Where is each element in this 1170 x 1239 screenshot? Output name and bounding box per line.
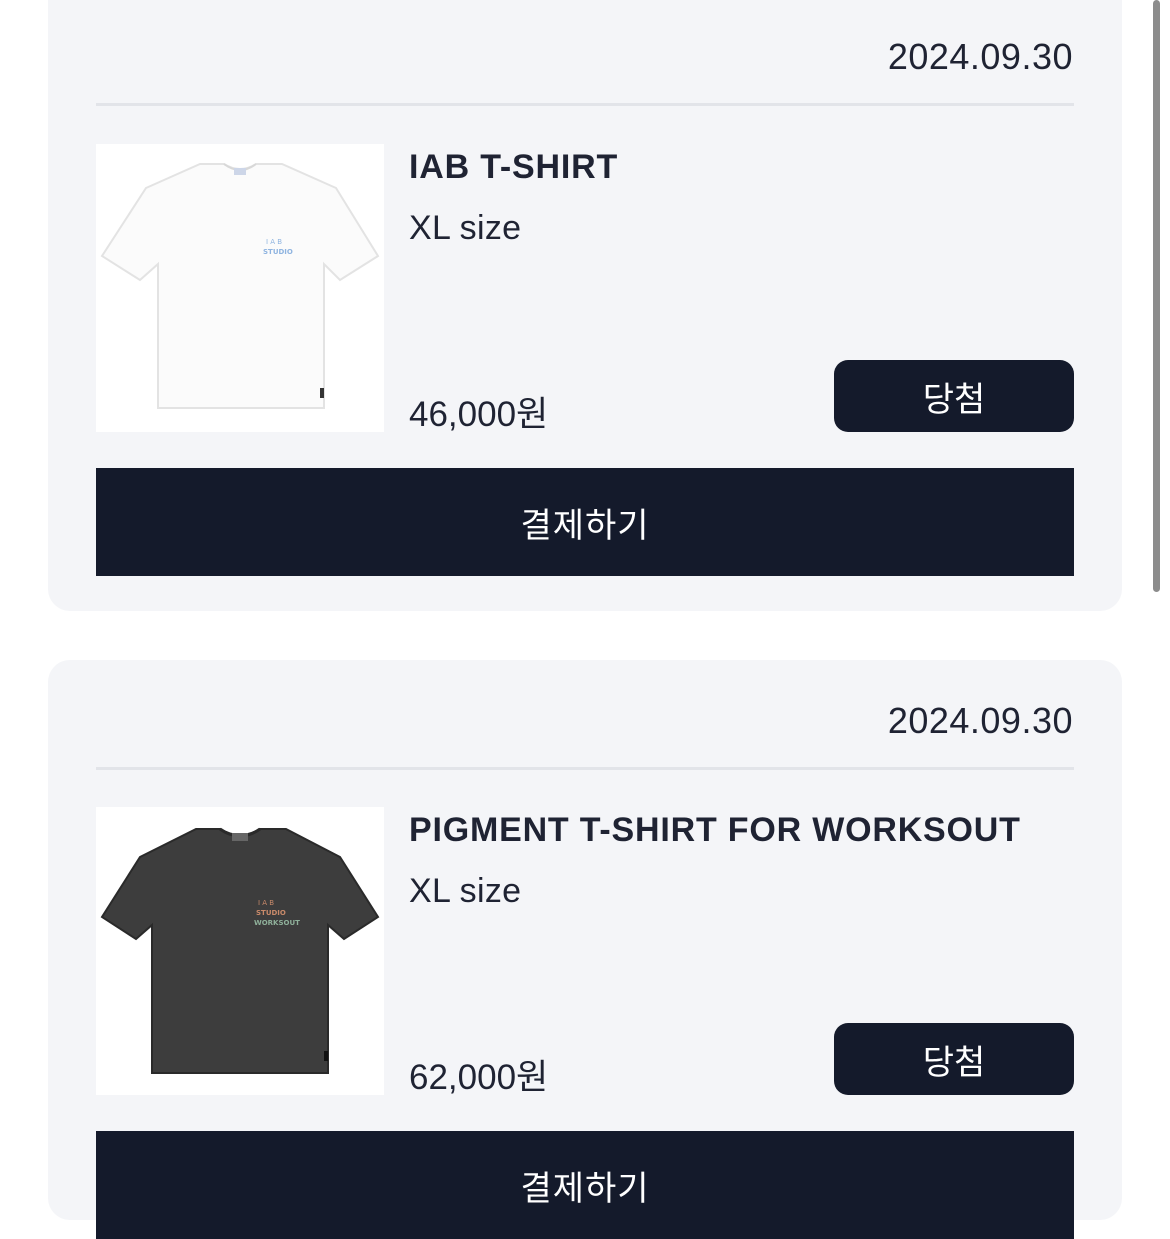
product-price: 62,000원 xyxy=(409,1058,549,1097)
white-tshirt-icon: I A B STUDIO xyxy=(100,163,380,409)
product-image[interactable]: I A B STUDIO WORKSOUT xyxy=(96,807,384,1095)
pay-button[interactable]: 결제하기 xyxy=(96,1131,1074,1239)
scrollbar[interactable] xyxy=(1153,0,1160,592)
print-bottom: WORKSOUT xyxy=(254,919,300,927)
product-size: XL size xyxy=(409,872,522,910)
order-date: 2024.09.30 xyxy=(887,700,1073,741)
product-size: XL size xyxy=(409,209,522,247)
product-name[interactable]: IAB T-SHIRT xyxy=(409,148,618,187)
status-badge-won[interactable]: 당첨 xyxy=(834,1023,1074,1095)
order-date: 2024.09.30 xyxy=(887,36,1073,77)
print-top: I A B xyxy=(258,899,274,907)
charcoal-tshirt-icon: I A B STUDIO WORKSOUT xyxy=(100,827,380,1074)
divider xyxy=(96,103,1074,106)
pay-button[interactable]: 결제하기 xyxy=(96,468,1074,576)
order-card: 2024.09.30 I A B STUDIO IAB T-SHIRT XL s… xyxy=(48,0,1122,611)
print-top: I A B xyxy=(266,238,282,246)
print-bottom: STUDIO xyxy=(263,248,293,256)
product-price: 46,000원 xyxy=(409,395,549,434)
order-card: 2024.09.30 I A B STUDIO WORKSOUT PIGMENT… xyxy=(48,660,1122,1239)
status-badge-won[interactable]: 당첨 xyxy=(834,360,1074,432)
print-mid: STUDIO xyxy=(256,909,286,917)
product-name[interactable]: PIGMENT T-SHIRT FOR WORKSOUT xyxy=(409,811,1021,850)
divider xyxy=(96,767,1074,770)
product-image[interactable]: I A B STUDIO xyxy=(96,144,384,432)
